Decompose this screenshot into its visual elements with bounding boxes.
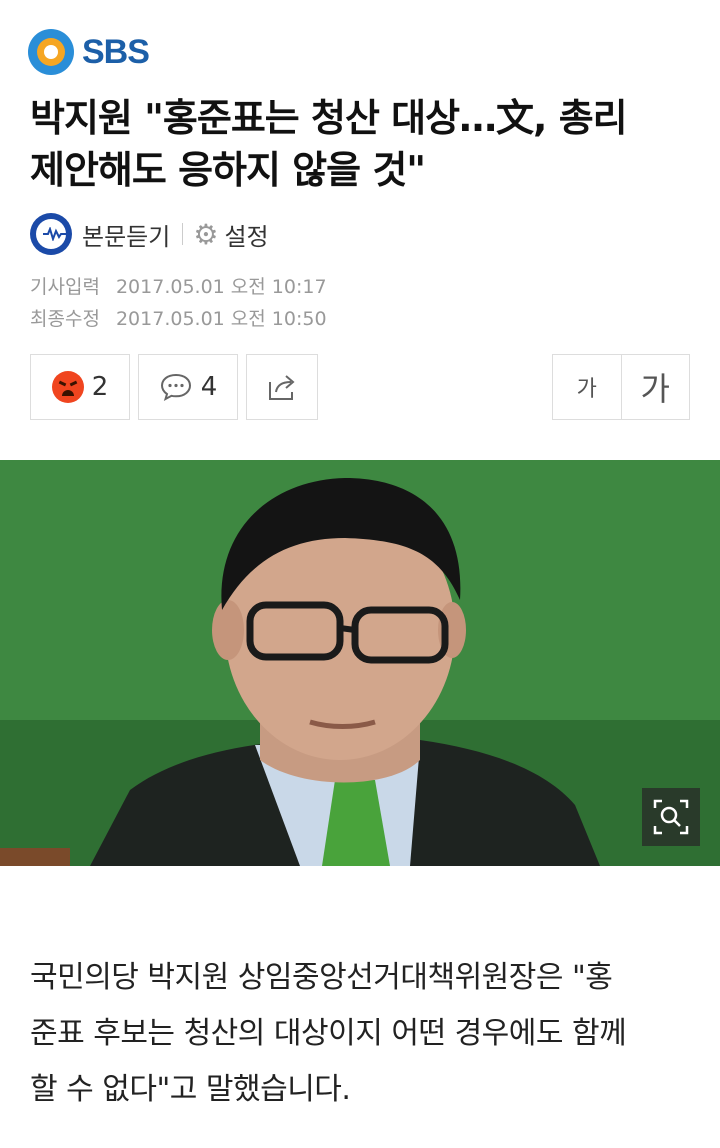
body-line-2: 준표 후보는 청산의 대상이지 어떤 경우에도 함께: [30, 1016, 627, 1051]
font-increase-button[interactable]: 가: [622, 355, 690, 419]
comment-count: 4: [200, 372, 218, 402]
photo-illustration: [0, 460, 720, 866]
published-value: 2017.05.01 오전 10:17: [115, 276, 327, 298]
sbs-logo[interactable]: SBS: [28, 26, 150, 78]
headline-line-2: 제안해도 응하지 않을 것": [30, 148, 426, 192]
published-date: 기사입력 2017.05.01 오전 10:17: [30, 272, 327, 299]
article-body: 국민의당 박지원 상임중앙선거대책위원장은 "홍 준표 후보는 청산의 대상이지…: [30, 950, 690, 1118]
tts-icon[interactable]: [30, 213, 72, 255]
share-button[interactable]: [246, 354, 318, 420]
settings-button[interactable]: 설정: [224, 217, 268, 252]
utility-row: 본문듣기 ⚙ 설정: [30, 212, 269, 256]
font-size-control: 가 가: [552, 354, 690, 420]
sbs-logo-text: SBS: [82, 32, 150, 71]
published-label: 기사입력: [30, 276, 100, 298]
reaction-count: 2: [91, 372, 109, 402]
comment-bubble-icon: [160, 373, 191, 402]
share-icon: [269, 375, 295, 400]
body-line-3: 할 수 없다"고 말했습니다.: [30, 1072, 351, 1107]
utility-divider: [182, 223, 184, 245]
article-photo[interactable]: [0, 460, 720, 866]
body-line-1: 국민의당 박지원 상임중앙선거대책위원장은 "홍: [30, 960, 613, 995]
article-headline: 박지원 "홍준표는 청산 대상…文, 총리 제안해도 응하지 않을 것": [30, 92, 695, 196]
modified-date: 최종수정 2017.05.01 오전 10:50: [30, 304, 327, 331]
modified-value: 2017.05.01 오전 10:50: [115, 308, 327, 330]
tts-button[interactable]: 본문듣기: [82, 217, 170, 252]
headline-line-1: 박지원 "홍준표는 청산 대상…文, 총리: [30, 96, 628, 140]
sbs-logo-mark: [28, 29, 74, 75]
modified-label: 최종수정: [30, 308, 100, 330]
angry-face-icon: [51, 371, 84, 403]
reaction-button[interactable]: 2: [30, 354, 130, 420]
comment-button[interactable]: 4: [138, 354, 238, 420]
gear-icon[interactable]: ⚙: [193, 218, 218, 251]
font-decrease-button[interactable]: 가: [553, 355, 622, 419]
zoom-button[interactable]: [642, 788, 700, 846]
zoom-icon: [653, 799, 689, 835]
